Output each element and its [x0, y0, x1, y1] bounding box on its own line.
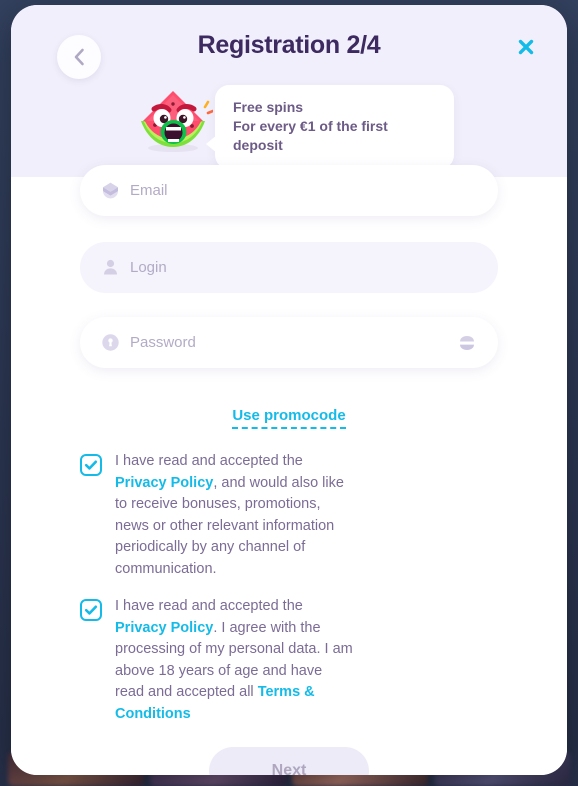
login-placeholder: Login — [130, 259, 167, 276]
close-button[interactable] — [513, 35, 539, 61]
consent-row-marketing: I have read and accepted the Privacy Pol… — [80, 451, 498, 580]
envelope-icon — [100, 181, 120, 201]
check-icon — [84, 605, 98, 615]
password-placeholder: Password — [130, 334, 196, 351]
check-icon — [84, 460, 98, 470]
user-icon — [100, 258, 120, 278]
password-field[interactable]: Password — [80, 317, 498, 368]
eye-icon[interactable] — [456, 332, 478, 354]
consent-marketing-checkbox[interactable] — [80, 454, 102, 476]
login-field[interactable]: Login — [80, 242, 498, 293]
bonus-description-line1: For every €1 of the first — [233, 118, 388, 134]
email-field[interactable]: Email — [80, 165, 498, 216]
modal-body: Email Login Password Use promocode I hav… — [11, 165, 567, 775]
consent-text-part: I have read and accepted the — [115, 453, 303, 469]
lock-icon — [100, 333, 120, 353]
registration-modal: Registration 2/4 Free spins For every €1… — [11, 5, 567, 775]
bonus-banner: Free spins For every €1 of the first dep… — [135, 85, 454, 169]
email-placeholder: Email — [130, 182, 168, 199]
privacy-policy-link[interactable]: Privacy Policy — [115, 475, 213, 491]
use-promocode-link[interactable]: Use promocode — [232, 407, 346, 429]
privacy-policy-link[interactable]: Privacy Policy — [115, 620, 213, 636]
bonus-bubble: Free spins For every €1 of the first dep… — [206, 85, 454, 169]
next-button[interactable]: Next — [209, 747, 369, 775]
consent-terms-text: I have read and accepted the Privacy Pol… — [115, 596, 355, 725]
bonus-description-line2: deposit — [233, 137, 283, 153]
consents-section: I have read and accepted the Privacy Pol… — [80, 451, 498, 725]
promocode-section: Use promocode — [80, 407, 498, 429]
angry-watermelon-mascot-icon — [135, 89, 215, 153]
modal-header: Registration 2/4 Free spins For every €1… — [11, 5, 567, 177]
consent-text-part: I have read and accepted the — [115, 598, 303, 614]
bonus-title: Free spins — [233, 99, 304, 115]
close-icon — [516, 37, 536, 60]
consent-row-terms: I have read and accepted the Privacy Pol… — [80, 596, 498, 725]
consent-terms-checkbox[interactable] — [80, 599, 102, 621]
consent-marketing-text: I have read and accepted the Privacy Pol… — [115, 451, 355, 580]
page-title: Registration 2/4 — [197, 31, 381, 59]
